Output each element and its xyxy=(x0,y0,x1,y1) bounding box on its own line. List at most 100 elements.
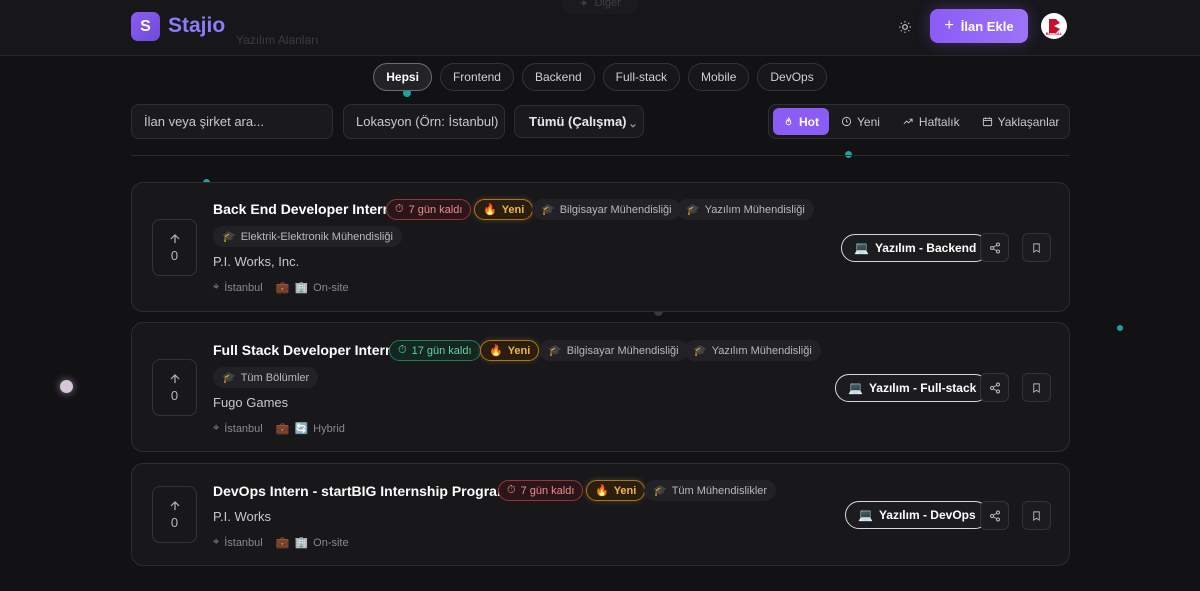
bookmark-button[interactable] xyxy=(1022,501,1051,530)
job-title[interactable]: Back End Developer Intern xyxy=(213,201,391,217)
top-navbar: S Stajio Yazılım Alanları ✦ Diğer + İlan … xyxy=(0,0,1200,56)
category-button[interactable]: 💻 Yazılım - DevOps xyxy=(845,501,989,529)
arrow-up-icon xyxy=(170,374,179,384)
chevron-down-icon xyxy=(629,118,637,133)
new-badge: 🔥 Yeni xyxy=(586,480,646,501)
briefcase-icon: 💼 xyxy=(275,423,290,435)
category-tabs: Hepsi Frontend Backend Full-stack Mobile… xyxy=(0,63,1200,91)
sort-hot-button[interactable]: Hot xyxy=(773,108,829,135)
nav-software-areas[interactable]: Yazılım Alanları xyxy=(236,33,318,47)
category-button[interactable]: 💻 Yazılım - Full-stack xyxy=(835,374,990,402)
location-text: İstanbul xyxy=(224,281,263,294)
briefcase-icon: 💼 xyxy=(275,537,290,549)
job-card[interactable]: 0 Full Stack Developer Intern ⏱ 17 gün ka… xyxy=(131,322,1070,452)
briefcase-icon: 💼 xyxy=(275,282,290,294)
clock-icon xyxy=(841,116,852,127)
share-icon xyxy=(989,510,1000,521)
laptop-icon: 💻 xyxy=(848,381,863,395)
department-tag: 🎓 Yazılım Mühendisliği xyxy=(677,199,814,220)
divider xyxy=(131,155,1070,156)
department-tag: 🎓 Yazılım Mühendisliği xyxy=(684,340,821,361)
location-text: İstanbul xyxy=(224,536,263,549)
work-mode-text: On-site xyxy=(313,281,349,294)
plus-icon: + xyxy=(944,17,954,34)
graduation-cap-icon: 🎓 xyxy=(653,485,667,497)
share-button[interactable] xyxy=(980,373,1009,402)
department-tag: 🎓 Bilgisayar Mühendisliği xyxy=(539,340,688,361)
upvote-button[interactable]: 0 xyxy=(152,359,197,416)
graduation-cap-icon: 🎓 xyxy=(548,345,562,357)
arrow-up-icon xyxy=(170,234,179,244)
laptop-icon: 💻 xyxy=(858,508,873,522)
share-button[interactable] xyxy=(980,233,1009,262)
tab-devops[interactable]: DevOps xyxy=(757,63,827,91)
graduation-cap-icon: 🎓 xyxy=(693,345,707,357)
location-pin-icon: ⌖ xyxy=(213,536,220,548)
building-icon: 🏢 xyxy=(294,537,309,549)
bookmark-button[interactable] xyxy=(1022,233,1051,262)
graduation-cap-icon: 🎓 xyxy=(541,204,555,216)
new-badge: 🔥 Yeni xyxy=(480,340,540,361)
timer-icon: ⏱ xyxy=(398,344,407,356)
tab-backend[interactable]: Backend xyxy=(521,63,595,91)
job-card[interactable]: 0 DevOps Intern - startBIG Internship Pr… xyxy=(131,463,1070,566)
location-pin-icon: ⌖ xyxy=(213,422,220,434)
sort-weekly-button[interactable]: Haftalık xyxy=(892,108,970,135)
sort-new-button[interactable]: Yeni xyxy=(831,108,890,135)
location-input[interactable] xyxy=(343,104,505,139)
search-input[interactable] xyxy=(131,104,333,139)
add-listing-button[interactable]: + İlan Ekle xyxy=(930,9,1028,43)
upvote-button[interactable]: 0 xyxy=(152,486,197,543)
category-button[interactable]: 💻 Yazılım - Backend xyxy=(841,234,990,262)
add-listing-label: İlan Ekle xyxy=(960,18,1014,34)
department-tag: 🎓 Elektrik-Elektronik Mühendisliği xyxy=(213,226,402,247)
work-mode-text: Hybrid xyxy=(313,422,345,435)
nav-other[interactable]: ✦ Diğer xyxy=(562,0,638,14)
building-icon: 🏢 xyxy=(294,282,309,294)
location-text: İstanbul xyxy=(224,422,263,435)
share-icon xyxy=(989,242,1000,253)
trend-icon xyxy=(902,116,914,127)
theme-toggle-sun-icon[interactable] xyxy=(894,16,916,38)
laptop-icon: 💻 xyxy=(854,241,869,255)
vote-count: 0 xyxy=(170,515,179,530)
arrow-up-icon xyxy=(170,501,179,511)
flame-icon xyxy=(783,116,794,128)
job-card[interactable]: 0 Back End Developer Intern ⏱ 7 gün kaldı… xyxy=(131,182,1070,312)
bookmark-button[interactable] xyxy=(1022,373,1051,402)
department-tag: 🎓 Tüm Bölümler xyxy=(213,367,319,388)
decor-dot xyxy=(1117,325,1123,331)
tab-mobile[interactable]: Mobile xyxy=(688,63,750,91)
vote-count: 0 xyxy=(170,388,179,403)
work-type-select[interactable]: Tümü (Çalışma) xyxy=(514,105,644,138)
work-mode-text: On-site xyxy=(313,536,349,549)
graduation-cap-icon: 🎓 xyxy=(222,231,236,243)
job-title[interactable]: DevOps Intern - startBIG Internship Prog… xyxy=(213,483,509,499)
bookmark-icon xyxy=(1033,510,1040,521)
vote-count: 0 xyxy=(170,248,179,263)
share-icon xyxy=(989,382,1000,393)
upvote-button[interactable]: 0 xyxy=(152,219,197,276)
job-title[interactable]: Full Stack Developer Intern xyxy=(213,342,394,358)
graduation-cap-icon: 🎓 xyxy=(686,204,700,216)
job-meta: ⌖ İstanbul 💼 🏢 On-site xyxy=(213,536,349,549)
sort-options: Hot Yeni Haftalık Yaklaşanlar xyxy=(768,104,1070,139)
job-meta: ⌖ İstanbul 💼 🏢 On-site xyxy=(213,281,349,294)
tab-fullstack[interactable]: Full-stack xyxy=(602,63,681,91)
bookmark-icon xyxy=(1033,382,1040,393)
sort-upcoming-button[interactable]: Yaklaşanlar xyxy=(972,108,1070,135)
share-button[interactable] xyxy=(980,501,1009,530)
brand-name[interactable]: Stajio xyxy=(168,14,225,38)
flame-icon: 🔥 xyxy=(489,345,503,357)
avatar[interactable]: BOTSAL xyxy=(1041,13,1067,39)
tab-all[interactable]: Hepsi xyxy=(373,63,432,91)
flame-icon: 🔥 xyxy=(595,485,609,497)
bookmark-icon xyxy=(1033,242,1040,253)
avatar-text: BOTSAL xyxy=(1045,31,1063,36)
job-meta: ⌖ İstanbul 💼 🔄 Hybrid xyxy=(213,422,345,435)
deadline-badge: ⏱ 7 gün kaldı xyxy=(386,199,472,220)
deadline-badge: ⏱ 7 gün kaldı xyxy=(498,480,584,501)
location-pin-icon: ⌖ xyxy=(213,281,220,293)
logo-icon[interactable]: S xyxy=(131,12,160,41)
tab-frontend[interactable]: Frontend xyxy=(439,63,514,91)
